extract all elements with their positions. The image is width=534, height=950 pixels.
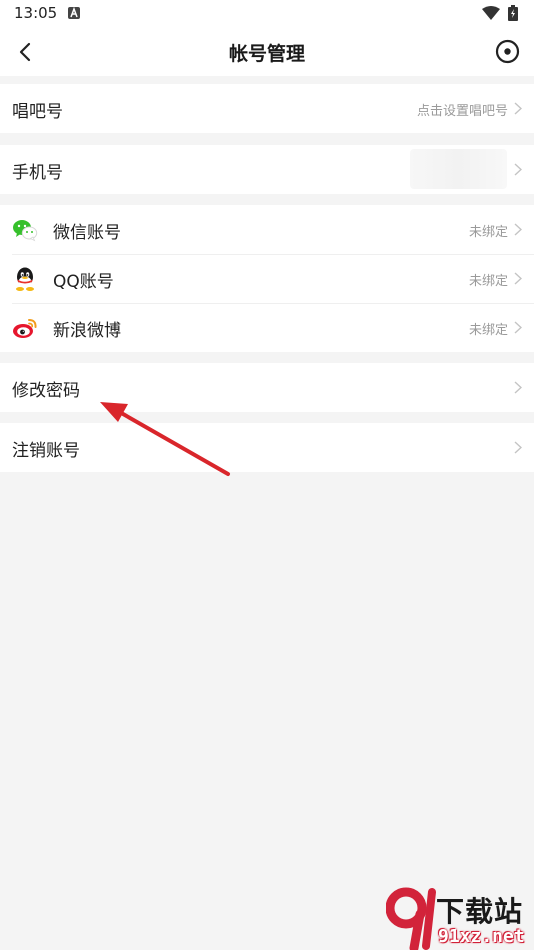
phone-value-masked xyxy=(410,149,507,189)
chevron-right-icon xyxy=(514,272,522,285)
record-icon[interactable] xyxy=(495,39,520,64)
watermark-logo-icon xyxy=(386,887,436,950)
group-change-password: 修改密码 xyxy=(0,363,534,412)
group-social-bindings: 微信账号 未绑定 QQ账号 未绑定 新浪微博 未绑定 xyxy=(0,205,534,352)
notification-a-icon xyxy=(68,7,80,19)
wechat-icon xyxy=(13,220,38,242)
chevron-right-icon xyxy=(514,441,522,454)
weibo-label: 新浪微博 xyxy=(53,321,121,341)
change-password-row[interactable]: 修改密码 xyxy=(0,363,534,412)
wifi-icon xyxy=(482,6,500,20)
chevron-right-icon xyxy=(514,163,522,176)
group-phone: 手机号 xyxy=(0,145,534,194)
page-title: 帐号管理 xyxy=(228,43,305,65)
group-changba-id: 唱吧号 点击设置唱吧号 xyxy=(0,84,534,133)
weibo-status: 未绑定 xyxy=(468,323,508,338)
wechat-row[interactable]: 微信账号 未绑定 xyxy=(0,205,534,254)
wechat-status: 未绑定 xyxy=(468,225,508,240)
phone-row[interactable]: 手机号 xyxy=(0,145,534,194)
nav-bar: 帐号管理 xyxy=(0,28,534,76)
chevron-right-icon xyxy=(514,223,522,236)
status-time: 13:05 xyxy=(14,4,58,22)
chevron-right-icon xyxy=(514,102,522,115)
qq-label: QQ账号 xyxy=(53,272,114,292)
wechat-label: 微信账号 xyxy=(53,223,121,243)
qq-row[interactable]: QQ账号 未绑定 xyxy=(0,254,534,303)
annotation-arrow xyxy=(100,402,230,476)
phone-label: 手机号 xyxy=(12,163,63,183)
weibo-icon xyxy=(13,319,37,338)
weibo-row[interactable]: 新浪微博 未绑定 xyxy=(0,303,534,352)
changba-id-row[interactable]: 唱吧号 点击设置唱吧号 xyxy=(0,84,534,133)
changba-id-label: 唱吧号 xyxy=(12,102,63,122)
delete-account-label: 注销账号 xyxy=(12,441,80,461)
chevron-right-icon xyxy=(514,321,522,334)
qq-icon xyxy=(16,267,34,291)
watermark-title: 下载站 xyxy=(436,895,524,928)
delete-account-row[interactable]: 注销账号 xyxy=(0,423,534,472)
changba-id-value: 点击设置唱吧号 xyxy=(416,104,508,119)
chevron-right-icon xyxy=(514,381,522,394)
battery-icon xyxy=(508,5,518,21)
watermark-url: 91xz.net xyxy=(438,926,525,947)
status-bar: 13:05 xyxy=(0,0,534,28)
watermark: 下载站 91xz.net xyxy=(386,886,534,950)
group-delete-account: 注销账号 xyxy=(0,423,534,472)
qq-status: 未绑定 xyxy=(468,274,508,289)
change-password-label: 修改密码 xyxy=(12,381,80,401)
